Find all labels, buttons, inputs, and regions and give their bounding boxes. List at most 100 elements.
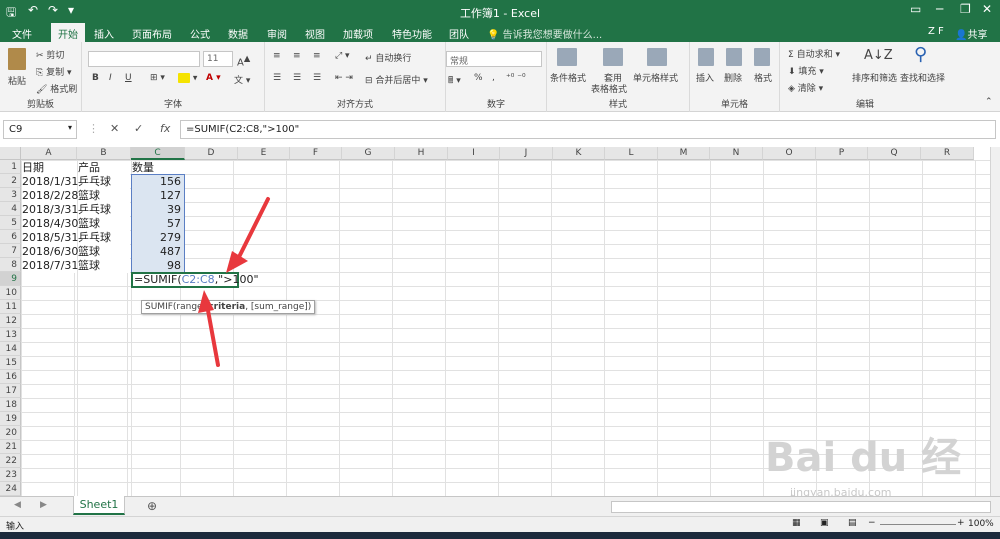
page-break-view-icon[interactable]: ▤	[848, 518, 857, 528]
find-select-button[interactable]: 查找和选择	[900, 71, 945, 84]
find-select-icon[interactable]: ⚲	[914, 44, 927, 65]
orientation-icon[interactable]: ⤢ ▾	[335, 51, 350, 61]
insert-cells-button[interactable]: 插入	[696, 71, 714, 84]
format-cells-button[interactable]: 格式	[754, 71, 772, 84]
horizontal-scrollbar[interactable]	[611, 501, 991, 513]
copy-button[interactable]: ⎘ 复制 ▾	[36, 65, 71, 78]
cancel-icon[interactable]: ✕	[110, 122, 119, 135]
tab-data[interactable]: 数据	[228, 26, 248, 41]
paste-button[interactable]: 粘贴	[8, 74, 26, 87]
insert-function-icon[interactable]: fx	[160, 122, 170, 135]
phonetic-icon[interactable]: 文 ▾	[234, 73, 250, 86]
merge-center-button[interactable]: ⊟ 合并后居中 ▾	[365, 73, 428, 86]
borders-icon[interactable]: ⊞ ▾	[150, 73, 165, 83]
bold-button[interactable]: B	[92, 73, 99, 83]
format-painter-label: 格式刷	[50, 85, 78, 95]
tab-formulas[interactable]: 公式	[190, 26, 210, 41]
minimize-icon[interactable]: ─	[936, 2, 943, 16]
conditional-format-button[interactable]: 条件格式	[550, 71, 586, 84]
currency-icon[interactable]: 🖩 ▾	[448, 73, 461, 89]
delete-cells-button[interactable]: 删除	[724, 71, 742, 84]
comma-button[interactable]: ,	[492, 73, 495, 83]
restore-icon[interactable]: ❐	[960, 2, 971, 16]
tab-addins[interactable]: 加载项	[343, 26, 373, 41]
top-align-icon[interactable]: ≡	[273, 51, 281, 61]
tab-view[interactable]: 视图	[305, 26, 325, 41]
decimal-icon[interactable]: ⁺⁰ ⁻⁰	[506, 73, 526, 83]
align-left-icon[interactable]: ☰	[273, 73, 281, 83]
windows-taskbar	[0, 532, 1000, 539]
tab-page-layout[interactable]: 页面布局	[132, 26, 172, 41]
font-size-combo[interactable]: 11	[203, 51, 233, 67]
cell-styles-button[interactable]: 单元格样式	[633, 71, 678, 84]
normal-view-icon[interactable]: ▦	[792, 518, 801, 528]
formula-input[interactable]: =SUMIF(C2:C8,">100"	[180, 120, 996, 139]
grow-font-icon[interactable]: A▲	[237, 53, 250, 68]
fill-color-icon[interactable]: ▾	[178, 73, 197, 84]
tab-features[interactable]: 特色功能	[392, 26, 432, 41]
worksheet[interactable]: ABCDEFGHIJKLMNOPQR 1 2 3 4 5 6 7 8 9 10 11 12 13 14 15…	[0, 147, 990, 496]
number-group-label: 数字	[486, 100, 505, 110]
format-as-table-icon[interactable]	[603, 48, 623, 66]
tab-file[interactable]: 文件	[12, 26, 32, 41]
share-label: 共享	[967, 30, 988, 41]
name-box[interactable]: C9 ▾	[3, 120, 77, 139]
enter-icon[interactable]: ✓	[134, 122, 143, 135]
tab-team[interactable]: 团队	[449, 26, 469, 41]
format-as-table-button-line2[interactable]: 表格格式	[591, 82, 627, 95]
font-name-combo[interactable]	[88, 51, 200, 67]
close-icon[interactable]: ✕	[982, 2, 992, 16]
cell-styles-icon[interactable]	[647, 48, 667, 66]
align-center-icon[interactable]: ☰	[293, 73, 301, 83]
percent-button[interactable]: %	[474, 73, 483, 83]
prev-sheet-icon[interactable]: ◀	[14, 500, 21, 510]
paste-icon[interactable]	[8, 48, 26, 70]
format-cells-icon[interactable]	[754, 48, 770, 66]
align-right-icon[interactable]: ☰	[313, 73, 321, 83]
share-button[interactable]: 👤共享	[955, 26, 987, 41]
middle-align-icon[interactable]: ≡	[293, 51, 301, 61]
fill-button[interactable]: ⬇ 填充 ▾	[788, 64, 824, 77]
page-layout-view-icon[interactable]: ▣	[820, 518, 829, 528]
arrow-top-head	[226, 251, 248, 273]
next-sheet-icon[interactable]: ▶	[40, 500, 47, 510]
sheet-tab-sheet1[interactable]: Sheet1	[73, 496, 125, 515]
formula-bar-divider: ⋮	[88, 122, 99, 135]
tab-insert[interactable]: 插入	[94, 26, 114, 41]
number-format-combo[interactable]: 常规	[446, 51, 542, 67]
autosum-label: 自动求和	[796, 50, 833, 60]
format-painter-button[interactable]: 🖌 格式刷	[36, 82, 77, 95]
zoom-in-icon[interactable]: +	[957, 518, 965, 528]
sort-filter-icon[interactable]: A↓Z	[864, 48, 893, 63]
user-name[interactable]: Z F	[928, 26, 944, 37]
bottom-align-icon[interactable]: ≡	[313, 51, 321, 61]
conditional-format-icon[interactable]	[557, 48, 577, 66]
font-color-icon[interactable]: A ▾	[206, 73, 221, 83]
cells-group-label: 单元格	[720, 100, 748, 110]
status-mode: 输入	[6, 522, 25, 532]
italic-button[interactable]: I	[109, 73, 112, 83]
wrap-text-button[interactable]: ↵ 自动换行	[365, 51, 411, 64]
collapse-ribbon-icon[interactable]: ⌃	[985, 97, 993, 107]
ribbon-display-icon[interactable]: ▭	[910, 2, 921, 16]
insert-cells-icon[interactable]	[698, 48, 714, 66]
zoom-level[interactable]: 100%	[968, 519, 994, 529]
vertical-scrollbar[interactable]	[990, 147, 1000, 496]
zoom-out-icon[interactable]: −	[868, 518, 876, 528]
sort-filter-button[interactable]: 排序和筛选	[852, 71, 897, 84]
autosum-button[interactable]: Σ 自动求和 ▾	[788, 47, 840, 60]
zoom-slider[interactable]	[880, 524, 956, 525]
name-box-dropdown-icon[interactable]: ▾	[68, 123, 72, 132]
delete-cells-icon[interactable]	[726, 48, 742, 66]
indent-icon[interactable]: ⇤ ⇥	[335, 73, 353, 83]
clear-button[interactable]: ◈ 清除 ▾	[788, 81, 823, 94]
add-sheet-icon[interactable]: ⊕	[147, 499, 157, 513]
tell-me-text: 告诉我您想要做什么...	[502, 30, 603, 41]
arrow-top-shaft	[236, 197, 270, 261]
underline-button[interactable]: U	[125, 73, 132, 83]
tab-review[interactable]: 审阅	[267, 26, 287, 41]
group-alignment: ≡ ≡ ≡ ⤢ ▾ ↵ 自动换行 ☰ ☰ ☰ ⇤ ⇥ ⊟ 合并后居中 ▾ 对齐方…	[265, 42, 446, 112]
tell-me-box[interactable]: 💡 告诉我您想要做什么...	[487, 26, 602, 41]
cut-button[interactable]: ✂ 剪切	[36, 48, 64, 61]
tab-home[interactable]: 开始	[51, 23, 85, 42]
